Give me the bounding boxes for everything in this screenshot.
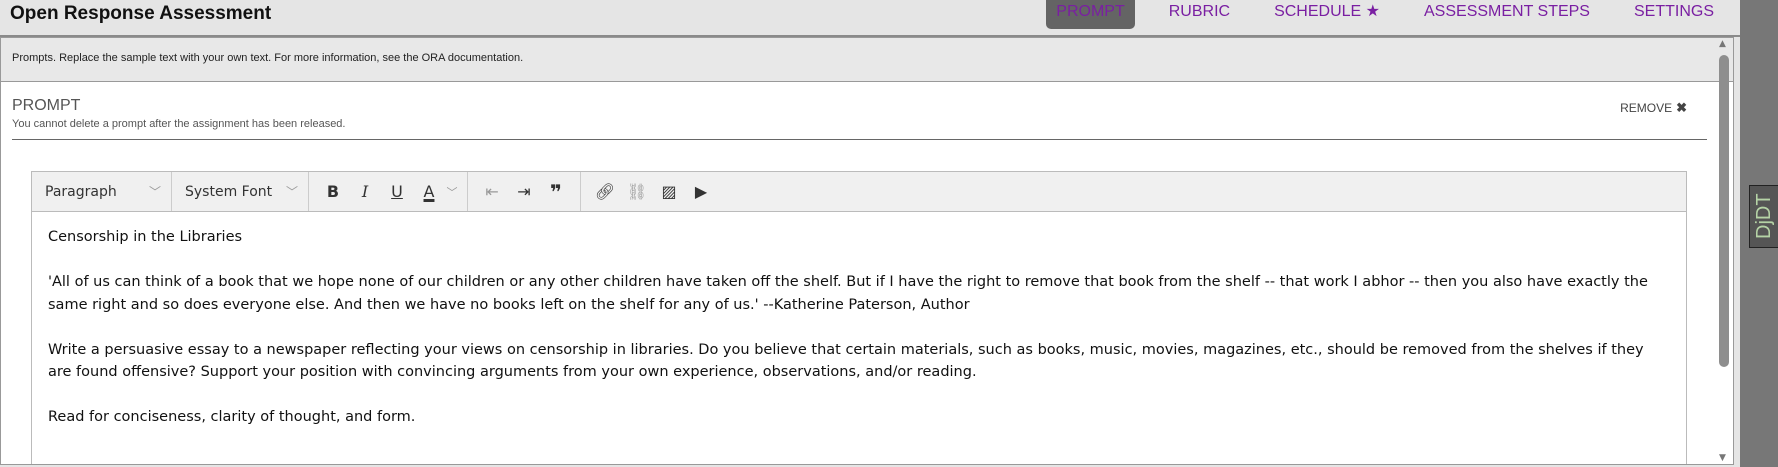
italic-icon[interactable]: I — [349, 182, 381, 201]
divider — [12, 139, 1707, 140]
underline-icon[interactable]: U — [381, 182, 413, 201]
info-text: Prompts. Replace the sample text with yo… — [1, 38, 1733, 82]
image-icon[interactable]: ▨ — [653, 182, 685, 201]
indent-group: ⇤ ⇥ ❞ — [468, 172, 581, 211]
tab-rubric[interactable]: RUBRIC — [1159, 0, 1240, 29]
prompt-quote: 'All of us can think of a book that we h… — [48, 274, 1648, 313]
header: Open Response Assessment PROMPT RUBRIC S… — [0, 0, 1740, 37]
blockquote-icon[interactable]: ❞ — [540, 180, 572, 204]
unlink-icon[interactable]: ⛓︎ — [621, 182, 653, 201]
scroll-up-icon[interactable]: ▲ — [1719, 39, 1726, 49]
insert-group: 🔗︎ ⛓︎ ▨ ▶ — [581, 172, 725, 211]
chevron-down-icon[interactable]: ﹀ — [445, 184, 459, 200]
block-format-value: Paragraph — [45, 183, 117, 200]
font-select[interactable]: System Font ﹀ — [172, 172, 309, 211]
video-icon[interactable]: ▶ — [685, 182, 717, 201]
tab-settings[interactable]: SETTINGS — [1624, 0, 1724, 29]
prompt-instructions: Write a persuasive essay to a newspaper … — [48, 341, 1644, 381]
bold-icon[interactable]: B — [317, 182, 349, 201]
remove-button[interactable]: REMOVE ✖ — [1620, 100, 1687, 116]
indent-icon[interactable]: ⇥ — [508, 182, 540, 201]
scrollbar-thumb[interactable] — [1719, 55, 1729, 367]
scroll-down-icon[interactable]: ▼ — [1719, 453, 1726, 463]
link-icon[interactable]: 🔗︎ — [589, 182, 621, 201]
page-title: Open Response Assessment — [10, 3, 272, 24]
scrollbar[interactable]: ▲ ▼ — [1717, 37, 1733, 465]
chevron-down-icon: ﹀ — [148, 185, 161, 199]
format-group: B I U A ﹀ — [309, 172, 468, 211]
prompt-panel: Prompts. Replace the sample text with yo… — [0, 37, 1734, 465]
font-value: System Font — [185, 183, 273, 200]
tab-prompt[interactable]: PROMPT — [1046, 0, 1135, 29]
rich-text-editor: Paragraph ﹀ System Font ﹀ B I U A ﹀ ⇤ ⇥ ❞ … — [31, 171, 1687, 464]
editor-content[interactable]: Censorship in the Libraries 'All of us c… — [32, 212, 1686, 464]
editor-toolbar: Paragraph ﹀ System Font ﹀ B I U A ﹀ ⇤ ⇥ ❞ … — [32, 172, 1686, 212]
prompt-subtitle: You cannot delete a prompt after the ass… — [12, 118, 346, 130]
prompt-criteria: Read for conciseness, clarity of thought… — [48, 409, 416, 425]
close-icon: ✖ — [1676, 100, 1687, 115]
block-format-select[interactable]: Paragraph ﹀ — [32, 172, 172, 211]
tab-bar: PROMPT RUBRIC SCHEDULE ★ ASSESSMENT STEP… — [1046, 0, 1740, 35]
prompt-title: PROMPT — [12, 97, 81, 114]
tab-assessment-steps[interactable]: ASSESSMENT STEPS — [1414, 0, 1600, 29]
chevron-down-icon: ﹀ — [285, 185, 298, 199]
django-debug-toolbar-handle[interactable]: DjDT — [1749, 185, 1778, 248]
remove-label: REMOVE — [1620, 101, 1673, 115]
tab-schedule[interactable]: SCHEDULE ★ — [1264, 0, 1390, 29]
prompt-heading: Censorship in the Libraries — [48, 229, 243, 245]
outdent-icon[interactable]: ⇤ — [476, 182, 508, 201]
text-color-icon[interactable]: A — [413, 182, 445, 201]
